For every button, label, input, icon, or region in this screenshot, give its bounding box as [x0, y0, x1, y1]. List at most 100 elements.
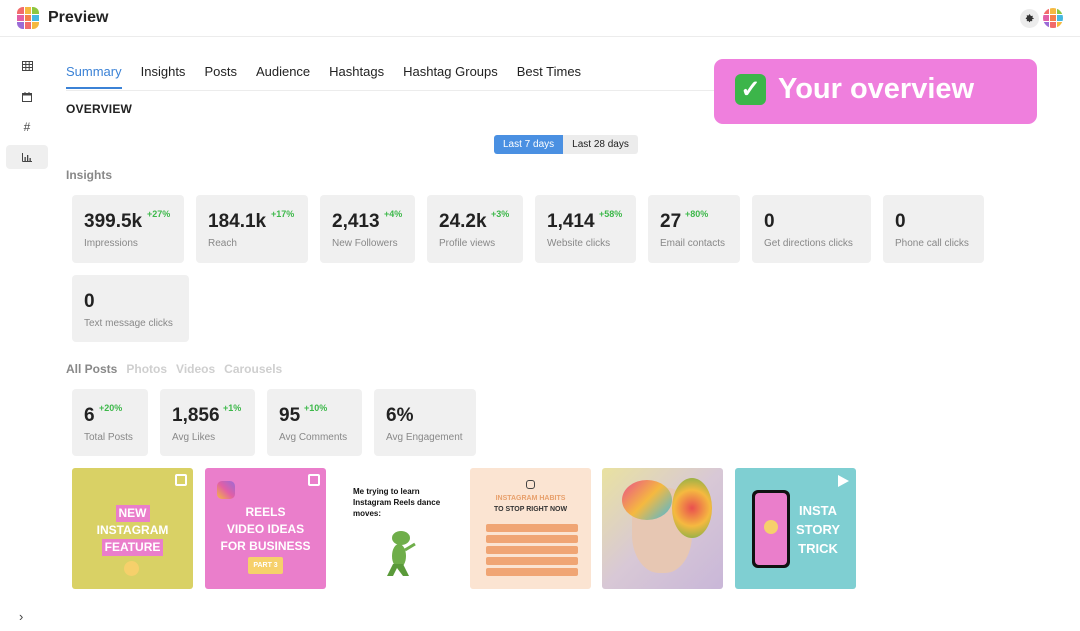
thumb-line: INSTA — [798, 503, 838, 518]
stat-card-total-posts: 6 +20% Total Posts — [72, 389, 148, 456]
carousel-icon — [308, 474, 320, 486]
stat-delta: +3% — [491, 209, 510, 219]
insights-heading: Insights — [66, 168, 113, 182]
thumb-line: VIDEO IDEAS — [226, 522, 305, 536]
stat-delta: +80% — [685, 209, 709, 219]
stat-delta: +27% — [147, 209, 171, 219]
badge-text: Your overview — [778, 73, 975, 105]
tab-hashtag-groups[interactable]: Hashtag Groups — [403, 64, 498, 89]
stat-value: 0 — [895, 211, 906, 232]
date-range-toggle: Last 7 days Last 28 days — [494, 135, 638, 154]
hashtag-icon: # — [23, 120, 31, 134]
filter-photos[interactable]: Photos — [126, 362, 167, 376]
stat-value: 6 — [84, 405, 95, 426]
stat-value: 24.2k — [439, 211, 487, 232]
thumb-line: INSTAGRAM HABITS — [495, 495, 566, 502]
post-thumbnail[interactable]: INSTAGRAM HABITS TO STOP RIGHT NOW — [470, 468, 591, 589]
bar-chart-icon — [22, 152, 32, 162]
stat-card-new-followers: 2,413 +4% New Followers — [320, 195, 415, 263]
post-thumbnail-text: INSTAGRAM HABITS TO STOP RIGHT NOW — [470, 493, 591, 515]
sidebar-item-calendar[interactable] — [6, 85, 48, 109]
stat-card-avg-comments: 95 +10% Avg Comments — [267, 389, 362, 456]
post-thumbnail[interactable]: NEW INSTAGRAM FEATURE — [72, 468, 193, 589]
post-thumbnail-text: Me trying to learn Instagram Reels dance… — [353, 486, 440, 519]
instagram-icon — [217, 481, 235, 499]
list-item — [486, 557, 578, 565]
top-bar: Preview — [0, 0, 1080, 37]
app-logo — [17, 7, 39, 29]
stat-value: 95 — [279, 405, 301, 426]
stat-delta: +10% — [304, 403, 328, 413]
filter-carousels[interactable]: Carousels — [224, 362, 282, 376]
post-thumbnail[interactable]: REELS VIDEO IDEAS FOR BUSINESS PART 3 — [205, 468, 326, 589]
stat-label: Profile views — [439, 238, 496, 249]
gear-icon — [1025, 14, 1034, 23]
app-title: Preview — [48, 9, 109, 26]
avatar[interactable] — [1043, 8, 1063, 28]
stat-delta: +58% — [599, 209, 623, 219]
stat-label: New Followers — [332, 238, 398, 249]
filter-videos[interactable]: Videos — [176, 362, 215, 376]
page-title: OVERVIEW — [66, 102, 133, 116]
tab-posts[interactable]: Posts — [204, 64, 237, 89]
stat-value: 1,856 — [172, 405, 220, 426]
stat-label: Total Posts — [84, 432, 133, 443]
thumb-line: FOR BUSINESS — [220, 539, 311, 553]
emoji-icon — [764, 520, 778, 534]
post-thumbnail-text: NEW INSTAGRAM FEATURE — [72, 505, 193, 556]
stat-label: Text message clicks — [84, 318, 173, 329]
stat-card-avg-engagement: 6% Avg Engagement — [374, 389, 476, 456]
stat-value: 399.5k — [84, 211, 143, 232]
list-item — [486, 568, 578, 576]
frog-illustration — [387, 531, 416, 576]
stat-label: Get directions clicks — [764, 238, 853, 249]
tab-best-times[interactable]: Best Times — [517, 64, 581, 89]
stat-card-text-message-clicks: 0 Text message clicks — [72, 275, 189, 342]
stat-card-impressions: 399.5k +27% Impressions — [72, 195, 184, 263]
calendar-icon — [22, 92, 32, 102]
stat-label: Avg Comments — [279, 432, 348, 443]
post-thumbnail[interactable]: Me trying to learn Instagram Reels dance… — [337, 468, 458, 589]
thumb-line: PART 3 — [248, 557, 283, 574]
tab-audience[interactable]: Audience — [256, 64, 310, 89]
stat-card-reach: 184.1k +17% Reach — [196, 195, 308, 263]
thumb-line: INSTAGRAM — [96, 523, 169, 537]
thumb-line: TRICK — [798, 541, 838, 556]
sidebar-item-analytics[interactable] — [6, 145, 48, 169]
thumb-line: moves: — [353, 509, 382, 518]
sidebar-item-hashtags[interactable]: # — [6, 115, 48, 139]
stat-label: Phone call clicks — [895, 238, 969, 249]
thumb-line: NEW — [115, 505, 150, 522]
stat-value: 27 — [660, 211, 682, 232]
stat-delta: +4% — [384, 209, 403, 219]
stat-label: Avg Likes — [172, 432, 216, 443]
stat-label: Email contacts — [660, 238, 726, 249]
sidebar-item-grid[interactable] — [6, 54, 48, 78]
settings-button[interactable] — [1020, 9, 1039, 28]
stat-value: 0 — [764, 211, 775, 232]
face-paint — [622, 480, 672, 520]
post-thumbnail[interactable] — [602, 468, 723, 589]
thumb-line: TO STOP RIGHT NOW — [493, 506, 568, 513]
tab-summary[interactable]: Summary — [66, 64, 122, 89]
stat-card-website-clicks: 1,414 +58% Website clicks — [535, 195, 636, 263]
post-thumbnail[interactable]: INSTA STORY TRICK — [735, 468, 856, 589]
expand-sidebar-icon[interactable]: › — [19, 609, 23, 624]
range-last-7-days[interactable]: Last 7 days — [494, 135, 564, 154]
stat-label: Reach — [208, 238, 237, 249]
tab-bar: Summary Insights Posts Audience Hashtags… — [66, 64, 600, 89]
stat-value: 2,413 — [332, 211, 380, 232]
range-last-28-days[interactable]: Last 28 days — [563, 135, 638, 154]
stat-label: Impressions — [84, 238, 138, 249]
tab-hashtags[interactable]: Hashtags — [329, 64, 384, 89]
tab-insights[interactable]: Insights — [141, 64, 186, 89]
stat-value: 184.1k — [208, 211, 267, 232]
stat-delta: +17% — [271, 209, 295, 219]
stat-label: Avg Engagement — [386, 432, 463, 443]
stat-value: 0 — [84, 291, 95, 312]
stat-value: 6% — [386, 405, 414, 426]
thumb-line: Instagram Reels dance — [353, 498, 441, 507]
stat-card-avg-likes: 1,856 +1% Avg Likes — [160, 389, 255, 456]
flower-headpiece — [672, 478, 712, 538]
filter-all-posts[interactable]: All Posts — [66, 362, 117, 376]
